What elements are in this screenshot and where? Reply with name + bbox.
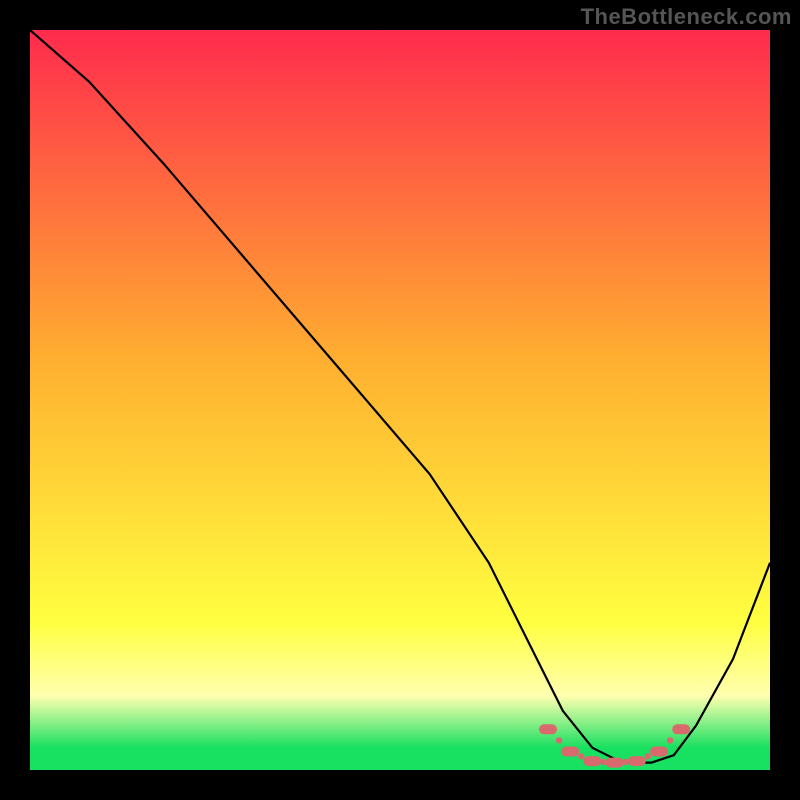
optimal-marker-dot [645,753,651,759]
optimal-marker [628,756,646,766]
optimal-marker [606,758,624,768]
plot-area [30,30,770,770]
gradient-background [30,30,770,770]
bottleneck-chart [30,30,770,770]
optimal-marker-dot [600,759,606,765]
optimal-marker [650,747,668,757]
optimal-marker-dot [578,753,584,759]
optimal-marker [672,724,690,734]
optimal-marker [539,724,557,734]
watermark-text: TheBottleneck.com [581,4,792,30]
optimal-marker [583,756,601,766]
optimal-marker [561,747,579,757]
optimal-marker-dot [556,737,562,743]
optimal-marker-dot [623,759,629,765]
optimal-marker-dot [667,737,673,743]
chart-frame: TheBottleneck.com [0,0,800,800]
